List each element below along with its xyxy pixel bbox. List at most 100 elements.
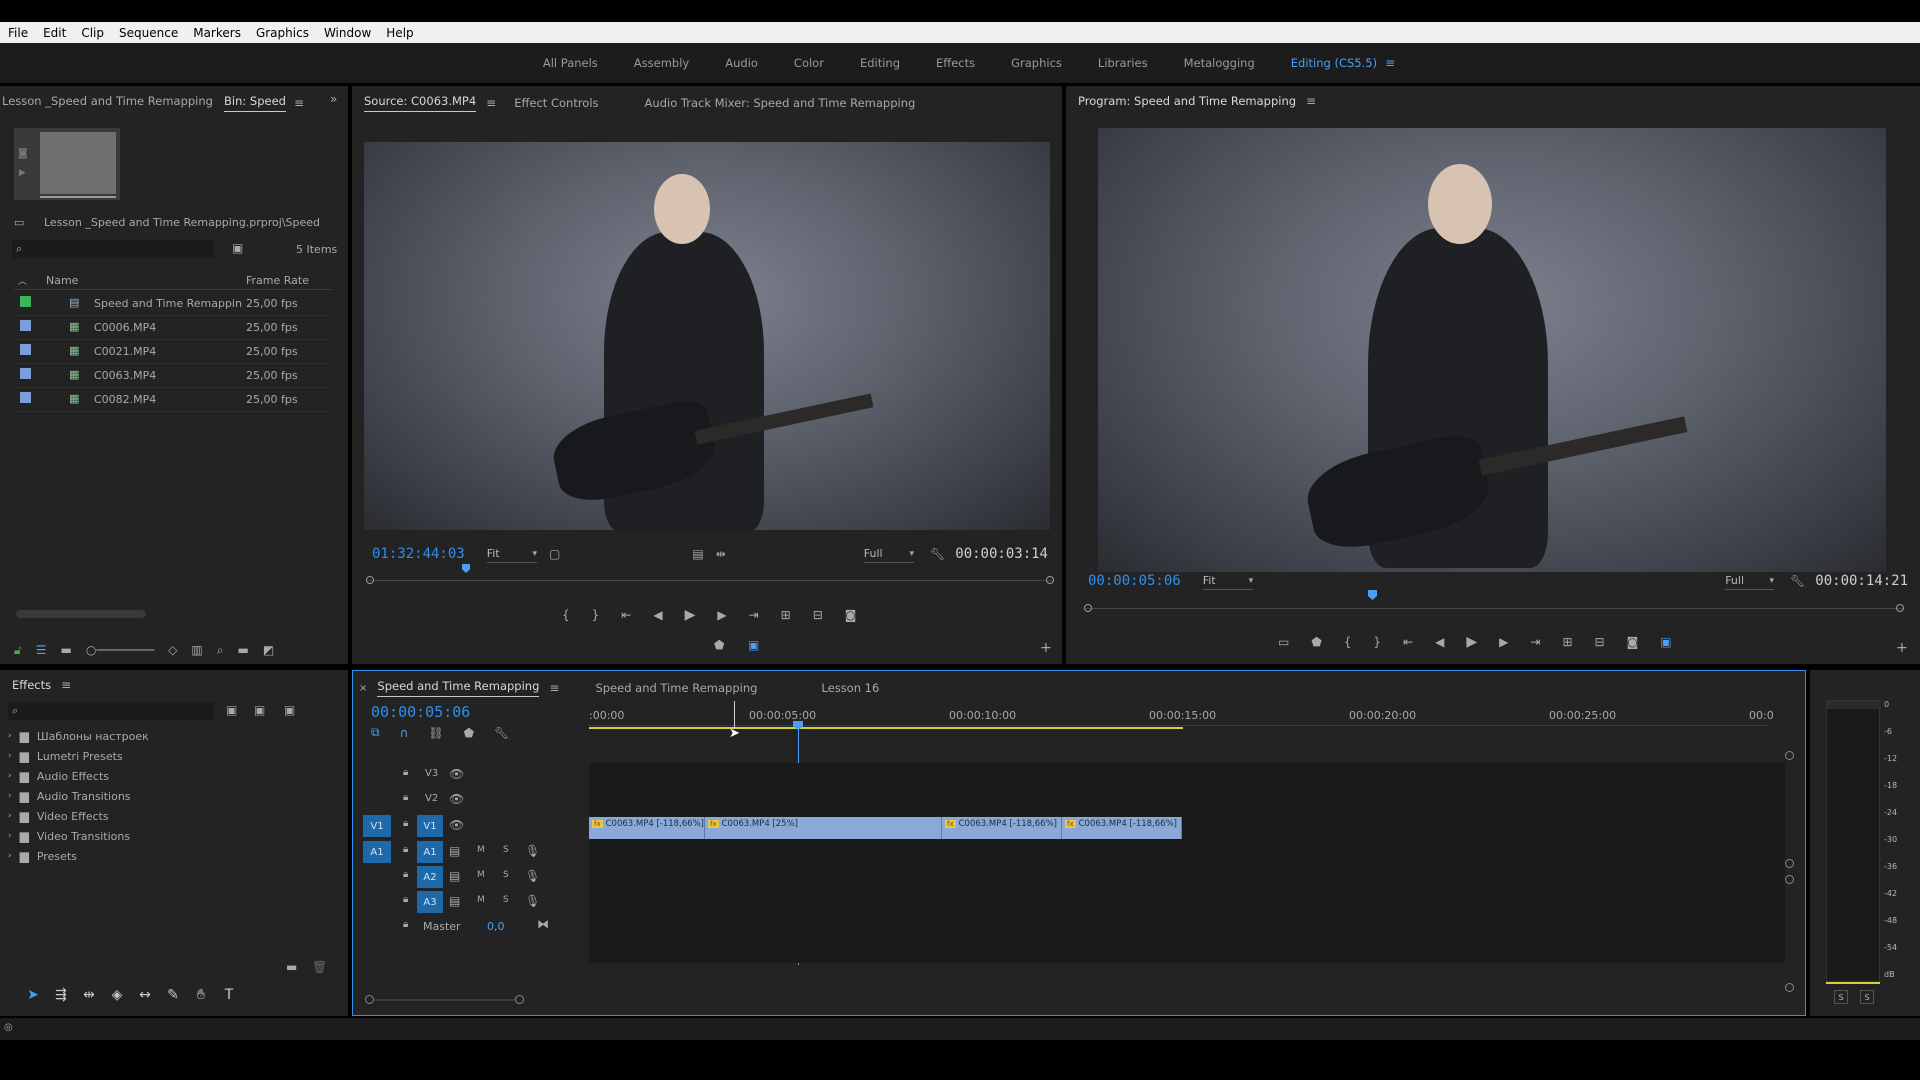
menu-clip[interactable]: Clip	[73, 26, 111, 40]
vertical-scrollbar[interactable]	[1785, 751, 1795, 1001]
nest-icon[interactable]: ⧉	[371, 725, 380, 740]
zoom-slider[interactable]: ○────────	[86, 643, 154, 657]
workspace-all-panels[interactable]: All Panels	[525, 56, 616, 70]
extract-edit-icon[interactable]: ⊟	[1595, 635, 1605, 649]
thumbnail[interactable]: ◙ ▶	[14, 128, 120, 200]
new-item-icon[interactable]: ◩	[263, 643, 274, 657]
zoom-handle-right[interactable]	[1896, 604, 1904, 612]
source-patch-a1[interactable]: A1	[363, 841, 391, 863]
export-frame-icon[interactable]: ◙	[845, 608, 857, 622]
workspace-editing[interactable]: Editing	[842, 56, 918, 70]
timeline-clip[interactable]: fx C0063.MP4 [-118,66%]	[589, 817, 705, 839]
menu-window[interactable]: Window	[316, 26, 378, 40]
program-video-frame[interactable]	[1098, 128, 1886, 572]
new-search-bin-icon[interactable]: ▣	[232, 241, 243, 255]
source-playhead[interactable]	[462, 564, 470, 573]
track-target-a3[interactable]: A3	[417, 891, 443, 913]
label-color-swatch[interactable]	[20, 392, 31, 403]
source-video-frame[interactable]	[364, 142, 1050, 530]
workspace-metalogging[interactable]: Metalogging	[1166, 56, 1273, 70]
program-time-ruler[interactable]	[1084, 590, 1904, 614]
microphone-icon[interactable]: 🎙︎	[525, 844, 540, 858]
sort-up-icon[interactable]: ︿	[18, 274, 27, 287]
tab-bin-speed[interactable]: Bin: Speed	[224, 94, 286, 112]
new-bin-icon[interactable]: ▬	[237, 643, 248, 657]
mark-in-icon[interactable]: {	[1344, 635, 1352, 649]
workspace-effects[interactable]: Effects	[918, 56, 993, 70]
safe-margins-icon[interactable]: ▣	[748, 638, 759, 652]
solo-button[interactable]: S	[503, 870, 509, 880]
zoom-handle-left[interactable]	[366, 576, 374, 584]
add-button-icon[interactable]: +	[1896, 640, 1908, 656]
thumbnail-scrubber[interactable]	[40, 196, 116, 198]
linked-selection-icon[interactable]: ⛓︎	[428, 725, 443, 740]
program-timecode[interactable]: 00:00:05:06	[1088, 573, 1181, 589]
list-item[interactable]: ▦ C0082.MP4 25,00 fps	[14, 388, 332, 412]
panel-overflow-icon[interactable]: »	[330, 92, 337, 106]
list-item[interactable]: › ▆ Audio Transitions	[8, 786, 338, 806]
marker-icon[interactable]: ⬟	[1311, 635, 1321, 649]
tab-effects[interactable]: Effects	[12, 678, 51, 692]
workspace-libraries[interactable]: Libraries	[1080, 56, 1166, 70]
eye-icon[interactable]: 👁︎	[449, 767, 464, 781]
comparison-view-icon[interactable]: ▣	[1660, 635, 1671, 649]
lock-icon[interactable]: 🔒︎	[403, 919, 408, 930]
hand-tool-icon[interactable]: ✋︎	[190, 984, 212, 1006]
track-select-tool-icon[interactable]: ⇶	[50, 984, 72, 1006]
source-quality-select[interactable]: Full ▾	[863, 545, 915, 563]
step-forward-icon[interactable]: ▶	[717, 608, 726, 622]
solo-button[interactable]: S	[503, 845, 509, 855]
slip-tool-icon[interactable]: ↔	[134, 984, 156, 1006]
go-to-in-icon[interactable]: ⇤	[1403, 635, 1413, 649]
list-item[interactable]: ▦ C0006.MP4 25,00 fps	[14, 316, 332, 340]
track-label[interactable]: V3	[425, 768, 438, 779]
lock-icon[interactable]: 🔒︎	[403, 869, 408, 880]
mute-button[interactable]: M	[477, 845, 485, 855]
horizontal-scrollbar[interactable]	[16, 610, 146, 618]
solo-left-button[interactable]: S	[1834, 990, 1848, 1004]
chevron-right-icon[interactable]: ›	[8, 791, 12, 801]
track-area[interactable]	[589, 763, 1785, 963]
go-to-out-icon[interactable]: ⇥	[749, 608, 759, 622]
marker-icon[interactable]: ⬟	[714, 638, 724, 652]
chevron-right-icon[interactable]: ›	[8, 751, 12, 761]
step-forward-icon[interactable]: ▶	[1499, 635, 1508, 649]
lock-icon[interactable]: 🔒︎	[403, 844, 408, 855]
solo-right-button[interactable]: S	[1860, 990, 1874, 1004]
yuv-effects-icon[interactable]: ▣	[284, 703, 295, 717]
timeline-clip[interactable]: fx C0063.MP4 [-118,66%]	[1062, 817, 1182, 839]
zoom-handle-right[interactable]	[1046, 576, 1054, 584]
lift-icon[interactable]: ▭	[1278, 635, 1289, 649]
mark-in-icon[interactable]: {	[562, 608, 570, 622]
step-back-icon[interactable]: ◀	[653, 608, 662, 622]
sort-icons-icon[interactable]: ◇	[168, 643, 177, 657]
workspace-graphics[interactable]: Graphics	[993, 56, 1080, 70]
snap-icon[interactable]: ∩	[400, 725, 409, 740]
panel-menu-icon[interactable]: ≡	[486, 96, 496, 110]
panel-menu-icon[interactable]: ≡	[1306, 94, 1316, 108]
microphone-icon[interactable]: 🎙︎	[525, 894, 540, 908]
ripple-edit-tool-icon[interactable]: ⇹	[78, 984, 100, 1006]
play-icon[interactable]: ▶	[685, 607, 696, 623]
chevron-right-icon[interactable]: ›	[8, 811, 12, 821]
timeline-clip[interactable]: fx C0063.MP4 [-118,66%]	[942, 817, 1062, 839]
lock-icon[interactable]: 🔒︎	[403, 818, 408, 829]
mark-out-icon[interactable]: }	[1373, 635, 1381, 649]
timeline-clip[interactable]: fx C0063.MP4 [25%]	[705, 817, 942, 839]
column-name[interactable]: Name	[46, 274, 78, 287]
label-color-swatch[interactable]	[20, 368, 31, 379]
wrench-icon[interactable]: 🔧︎	[930, 547, 945, 561]
lift-edit-icon[interactable]: ⊞	[1562, 635, 1572, 649]
workspace-audio[interactable]: Audio	[707, 56, 776, 70]
solo-button[interactable]: S	[503, 895, 509, 905]
eye-icon[interactable]: 👁︎	[449, 792, 464, 806]
close-icon[interactable]: ×	[359, 683, 367, 694]
program-quality-select[interactable]: Full ▾	[1725, 572, 1775, 590]
drop-frame-icon[interactable]: ▤	[692, 547, 703, 561]
overwrite-icon[interactable]: ⊟	[813, 608, 823, 622]
menu-help[interactable]: Help	[378, 26, 420, 40]
eye-icon[interactable]: 👁︎	[449, 818, 464, 832]
list-item[interactable]: › ▆ Lumetri Presets	[8, 746, 338, 766]
lock-icon[interactable]: 🔒︎	[403, 894, 408, 905]
tab-source[interactable]: Source: C0063.MP4	[364, 94, 477, 112]
